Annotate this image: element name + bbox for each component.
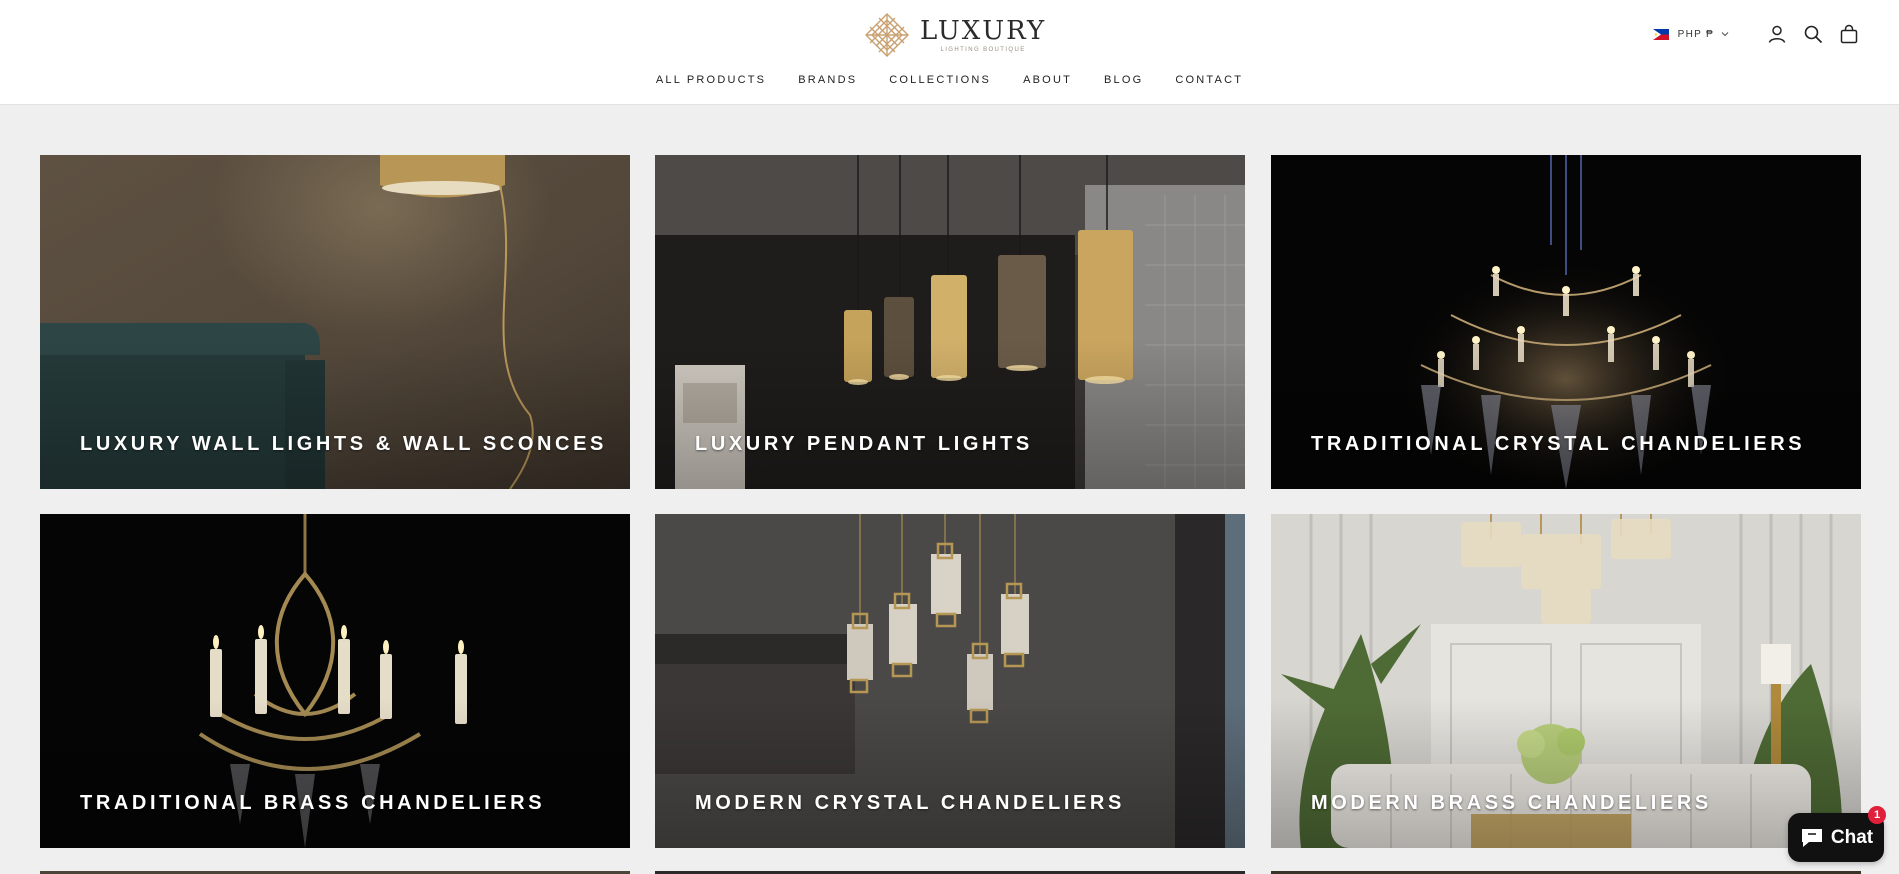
- nav-contact[interactable]: CONTACT: [1175, 74, 1243, 86]
- currency-selector[interactable]: PHP ₱: [1652, 28, 1729, 40]
- brand-name: LUXURY: [920, 16, 1047, 46]
- chevron-down-icon: [1721, 32, 1729, 37]
- collection-tile-traditional-brass-chandeliers[interactable]: TRADITIONAL BRASS CHANDELIERS: [40, 514, 630, 848]
- chat-bubble-icon: [1801, 828, 1822, 847]
- nav-blog[interactable]: BLOG: [1104, 74, 1143, 86]
- nav-all-products[interactable]: ALL PRODUCTS: [656, 74, 766, 86]
- collection-tile-traditional-crystal-chandeliers[interactable]: TRADITIONAL CRYSTAL CHANDELIERS: [1271, 155, 1861, 489]
- main-nav: ALL PRODUCTS BRANDS COLLECTIONS ABOUT BL…: [0, 74, 1899, 86]
- philippines-flag-icon: [1652, 28, 1669, 40]
- nav-collections[interactable]: COLLECTIONS: [889, 74, 991, 86]
- collection-title: LUXURY WALL LIGHTS & WALL SCONCES: [80, 433, 607, 455]
- collection-title: MODERN BRASS CHANDELIERS: [1311, 792, 1712, 814]
- collection-title: MODERN CRYSTAL CHANDELIERS: [695, 792, 1125, 814]
- nav-brands[interactable]: BRANDS: [798, 74, 857, 86]
- brand-subtitle: LIGHTING BOUTIQUE: [940, 47, 1026, 53]
- search-icon[interactable]: [1803, 24, 1823, 44]
- collection-tile-wall-lights[interactable]: LUXURY WALL LIGHTS & WALL SCONCES: [40, 155, 630, 489]
- site-header: LUXURY LIGHTING BOUTIQUE ALL PRODUCTS BR…: [0, 0, 1899, 105]
- collection-tile-modern-brass-chandeliers[interactable]: MODERN BRASS CHANDELIERS: [1271, 514, 1861, 848]
- collection-title: TRADITIONAL BRASS CHANDELIERS: [80, 792, 546, 814]
- currency-label: PHP ₱: [1677, 28, 1714, 40]
- logo-emblem-icon: [865, 13, 909, 57]
- brand-logo[interactable]: LUXURY LIGHTING BOUTIQUE: [864, 12, 1046, 58]
- collection-tile-modern-crystal-chandeliers[interactable]: MODERN CRYSTAL CHANDELIERS: [655, 514, 1245, 848]
- collection-title: LUXURY PENDANT LIGHTS: [695, 433, 1033, 455]
- header-utilities: PHP ₱: [1652, 24, 1859, 44]
- collection-tile-pendant-lights[interactable]: LUXURY PENDANT LIGHTS: [655, 155, 1245, 489]
- cart-icon[interactable]: [1839, 24, 1859, 44]
- chat-label: Chat: [1830, 826, 1874, 848]
- nav-about[interactable]: ABOUT: [1023, 74, 1072, 86]
- account-icon[interactable]: [1767, 24, 1787, 44]
- chat-unread-badge: 1: [1868, 806, 1886, 824]
- collection-title: TRADITIONAL CRYSTAL CHANDELIERS: [1311, 433, 1806, 455]
